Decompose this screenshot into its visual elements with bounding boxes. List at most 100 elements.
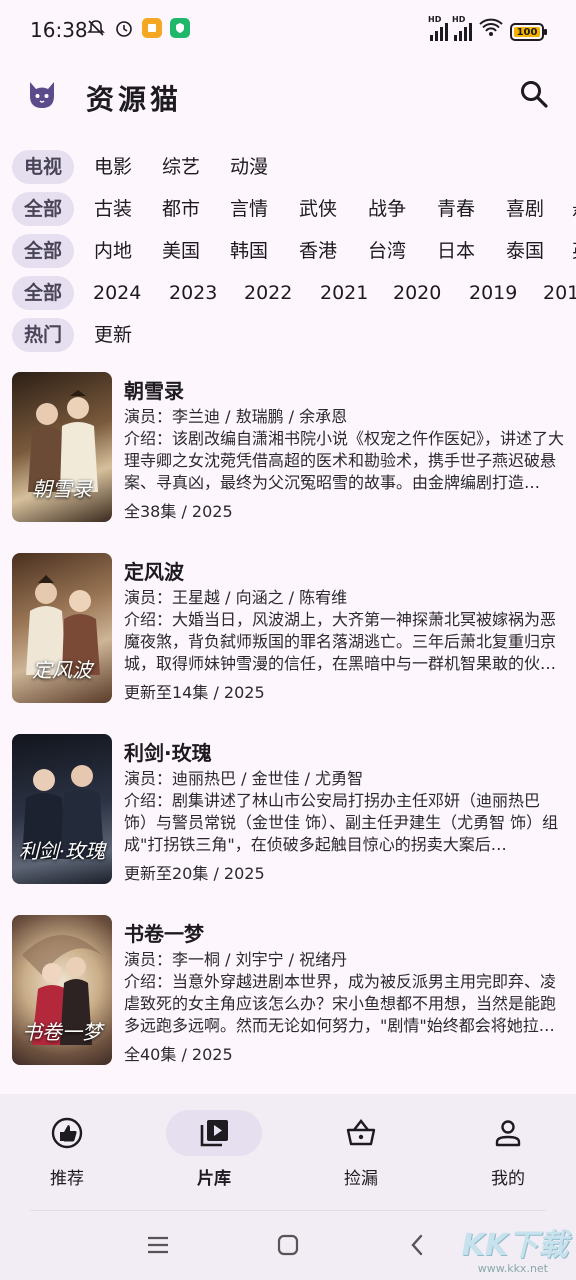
list-item[interactable]: 朝雪录 朝雪录 演员：李兰迪 / 敖瑞鹏 / 余承恩 介绍：该剧改编自潇湘书院小…: [0, 372, 576, 532]
nav-item-bargain[interactable]: 捡漏: [306, 1110, 416, 1190]
item-meta: 全38集 / 2025: [124, 502, 233, 521]
filter-chip[interactable]: 喜剧: [506, 192, 544, 226]
filter-chip[interactable]: 都市: [162, 192, 200, 226]
filter-chip[interactable]: 2023: [169, 276, 217, 310]
filter-chip[interactable]: 日本: [437, 234, 475, 268]
list-item[interactable]: 书卷一梦 书卷一梦 演员：李一桐 / 刘宇宁 / 祝绪丹 介绍：当意外穿越进剧本…: [0, 915, 576, 1075]
filter-chip[interactable]: 战争: [368, 192, 406, 226]
filter-chip[interactable]: 武侠: [299, 192, 337, 226]
filter-chip[interactable]: 言情: [230, 192, 268, 226]
filter-row-type: 电视 电影 综艺 动漫: [0, 150, 576, 190]
filter-row-region: 全部 内地 美国 韩国 香港 台湾 日本 泰国 英: [0, 234, 576, 274]
filter-chip[interactable]: 动漫: [230, 150, 268, 184]
nav-label: 推荐: [50, 1169, 84, 1189]
status-time: 16:38: [30, 18, 88, 42]
filter-chip-selected[interactable]: 全部: [12, 276, 75, 310]
item-description: 介绍：大婚当日，风波湖上，大齐第一神探萧北冥被嫁祸为恶魔夜煞，背负弑师叛国的罪名…: [124, 610, 557, 673]
item-title: 利剑·玫瑰: [124, 741, 212, 765]
basket-icon: [313, 1110, 409, 1156]
video-library-icon: [166, 1110, 262, 1156]
poster-title: 朝雪录: [32, 477, 92, 501]
thumb-up-icon: [19, 1110, 115, 1156]
filter-chip[interactable]: 香港: [299, 234, 337, 268]
filter-chip[interactable]: 韩国: [230, 234, 268, 268]
bottom-navigation: 推荐 片库 捡漏 我的: [0, 1094, 576, 1210]
menu-icon: [148, 1236, 168, 1254]
filter-chip[interactable]: 青春: [437, 192, 475, 226]
poster-image: 利剑·玫瑰: [12, 734, 112, 884]
filter-chip[interactable]: 美国: [162, 234, 200, 268]
back-button[interactable]: [405, 1232, 431, 1258]
item-cast: 演员：迪丽热巴 / 金世佳 / 尤勇智: [124, 769, 364, 788]
shield-notification-icon: [170, 18, 190, 38]
filter-chip[interactable]: 综艺: [162, 150, 200, 184]
signal-icon-2: HD: [452, 15, 472, 41]
search-icon: [521, 81, 548, 108]
item-title: 书卷一梦: [124, 922, 204, 946]
list-item[interactable]: 定风波 定风波 演员：王星越 / 向涵之 / 陈宥维 介绍：大婚当日，风波湖上，…: [0, 553, 576, 713]
filter-chip-selected[interactable]: 全部: [12, 192, 75, 226]
nav-item-mine[interactable]: 我的: [453, 1110, 563, 1190]
filter-chip[interactable]: 2021: [320, 276, 368, 310]
poster-title: 书卷一梦: [22, 1020, 102, 1044]
filter-chip[interactable]: 更新: [94, 318, 132, 352]
filter-chip[interactable]: 电影: [94, 150, 132, 184]
status-notification-icons: [86, 18, 190, 38]
filter-row-sort: 热门 更新: [0, 318, 576, 358]
item-cast: 演员：李兰迪 / 敖瑞鹏 / 余承恩: [124, 407, 348, 426]
item-title: 定风波: [124, 560, 184, 584]
filter-chip[interactable]: 悬: [572, 192, 576, 226]
item-description: 介绍：当意外穿越进剧本世界，成为被反派男主用完即弃、凌虐致死的女主角应该怎么办？…: [124, 972, 557, 1035]
nav-label: 我的: [491, 1169, 525, 1189]
item-description: 介绍：该剧改编自潇湘书院小说《权宠之仵作医妃》，讲述了大理寺卿之女沈菀凭借高超的…: [124, 429, 564, 492]
item-cast: 演员：李一桐 / 刘宇宁 / 祝绪丹: [124, 950, 348, 969]
home-button[interactable]: [275, 1232, 301, 1258]
filter-chip[interactable]: 台湾: [368, 234, 406, 268]
app-title: 资源猫: [86, 83, 183, 116]
poster-image: 书卷一梦: [12, 915, 112, 1065]
item-meta: 更新至20集 / 2025: [124, 864, 265, 883]
alarm-clock-icon: [114, 18, 134, 38]
app-notification-icon: [142, 18, 162, 38]
nav-label: 片库: [197, 1169, 231, 1189]
search-button[interactable]: [518, 78, 550, 110]
list-item[interactable]: 利剑·玫瑰 利剑·玫瑰 演员：迪丽热巴 / 金世佳 / 尤勇智 介绍：剧集讲述了…: [0, 734, 576, 894]
filter-row-genre: 全部 古装 都市 言情 武侠 战争 青春 喜剧 悬: [0, 192, 576, 232]
home-icon: [277, 1234, 299, 1256]
poster-image: 定风波: [12, 553, 112, 703]
item-meta: 全40集 / 2025: [124, 1045, 233, 1064]
system-navigation-bar: KK下载 www.kkx.net: [0, 1210, 576, 1280]
item-description: 介绍：剧集讲述了林山市公安局打拐办主任邓妍（迪丽热巴 饰）与警员常锐（金世佳 饰…: [124, 791, 559, 854]
item-cast: 演员：王星越 / 向涵之 / 陈宥维: [124, 588, 348, 607]
item-info: 利剑·玫瑰 演员：迪丽热巴 / 金世佳 / 尤勇智 介绍：剧集讲述了林山市公安局…: [124, 734, 564, 885]
filter-chip[interactable]: 2022: [244, 276, 292, 310]
filter-chip[interactable]: 内地: [94, 234, 132, 268]
nav-label: 捡漏: [344, 1169, 378, 1189]
watermark-logo: KK下载: [461, 1228, 569, 1263]
nav-item-recommend[interactable]: 推荐: [12, 1110, 122, 1190]
app-bar: 资源猫: [0, 60, 576, 132]
filter-chip[interactable]: 2019: [469, 276, 517, 310]
filter-chip[interactable]: 2024: [93, 276, 141, 310]
battery-icon: 100: [510, 23, 547, 41]
filter-chip[interactable]: 2018: [543, 276, 576, 310]
filter-chip-selected[interactable]: 电视: [12, 150, 75, 184]
back-icon: [411, 1234, 423, 1256]
filter-chip[interactable]: 英: [572, 234, 576, 268]
status-bar: 16:38 HD HD 100: [0, 0, 576, 60]
filter-chip-selected[interactable]: 全部: [12, 234, 75, 268]
item-meta: 更新至14集 / 2025: [124, 683, 265, 702]
item-info: 定风波 演员：王星越 / 向涵之 / 陈宥维 介绍：大婚当日，风波湖上，大齐第一…: [124, 553, 564, 704]
nav-item-library[interactable]: 片库: [159, 1110, 269, 1190]
menu-button[interactable]: [145, 1232, 171, 1258]
filter-chip[interactable]: 2020: [393, 276, 441, 310]
watermark-url: www.kkx.net: [477, 1262, 548, 1275]
signal-icon: HD: [428, 15, 448, 41]
filter-chip[interactable]: 泰国: [506, 234, 544, 268]
filter-chip[interactable]: 古装: [94, 192, 132, 226]
mute-bell-icon: [86, 18, 106, 38]
cat-logo-icon: [24, 76, 60, 112]
filter-chip-selected[interactable]: 热门: [12, 318, 75, 352]
wifi-icon: [478, 17, 504, 41]
item-info: 书卷一梦 演员：李一桐 / 刘宇宁 / 祝绪丹 介绍：当意外穿越进剧本世界，成为…: [124, 915, 564, 1066]
